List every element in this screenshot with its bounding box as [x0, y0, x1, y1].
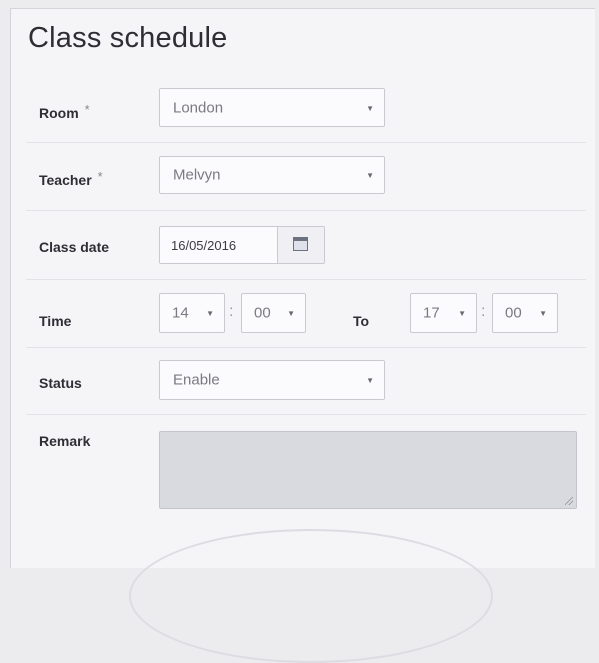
- room-select-value: London: [173, 99, 224, 116]
- status-select[interactable]: Enable ▼: [159, 360, 385, 400]
- room-label: Room *: [39, 102, 90, 121]
- class-date-value: 16/05/2016: [171, 238, 237, 253]
- teacher-label: Teacher *: [39, 169, 103, 188]
- calendar-button[interactable]: [277, 227, 324, 263]
- teacher-label-text: Teacher: [39, 172, 92, 188]
- chevron-down-icon: ▼: [366, 170, 374, 180]
- time-separator: :: [481, 303, 486, 320]
- chevron-down-icon: ▼: [206, 308, 214, 318]
- divider: [26, 210, 586, 211]
- end-hour-value: 17: [423, 304, 440, 322]
- background-watermark: [129, 529, 493, 663]
- class-date-label: Class date: [39, 239, 110, 255]
- chevron-down-icon: ▼: [366, 375, 374, 385]
- chevron-down-icon: ▼: [366, 103, 374, 113]
- divider: [26, 414, 586, 415]
- room-label-text: Room: [39, 105, 79, 121]
- teacher-select[interactable]: Melvyn ▼: [159, 156, 385, 194]
- divider: [26, 279, 586, 280]
- start-minute-value: 00: [254, 304, 271, 322]
- chevron-down-icon: ▼: [458, 308, 466, 318]
- chevron-down-icon: ▼: [287, 308, 295, 318]
- remark-label: Remark: [39, 433, 91, 449]
- status-select-value: Enable: [173, 371, 220, 389]
- class-schedule-panel: Class schedule Room * London ▼ Teacher * M…: [10, 8, 595, 663]
- status-label: Status: [39, 375, 82, 391]
- divider: [26, 347, 586, 348]
- start-hour-select[interactable]: 14 ▼: [159, 293, 225, 333]
- page-title: Class schedule: [28, 22, 228, 54]
- resize-handle-icon[interactable]: [565, 497, 573, 505]
- room-select[interactable]: London ▼: [159, 88, 385, 127]
- teacher-required-mark: *: [97, 169, 103, 184]
- calendar-icon: [293, 237, 308, 251]
- to-label: To: [353, 313, 370, 329]
- end-minute-select[interactable]: 00 ▼: [492, 293, 558, 333]
- time-label: Time: [39, 313, 72, 329]
- time-separator: :: [229, 303, 234, 320]
- class-date-input[interactable]: 16/05/2016: [159, 226, 325, 264]
- end-minute-value: 00: [505, 304, 522, 322]
- start-hour-value: 14: [172, 304, 189, 322]
- remark-textarea[interactable]: [159, 431, 577, 509]
- teacher-select-value: Melvyn: [173, 166, 221, 184]
- room-required-mark: *: [84, 102, 90, 117]
- divider: [26, 142, 586, 143]
- end-hour-select[interactable]: 17 ▼: [410, 293, 477, 333]
- chevron-down-icon: ▼: [539, 308, 547, 318]
- start-minute-select[interactable]: 00 ▼: [241, 293, 306, 333]
